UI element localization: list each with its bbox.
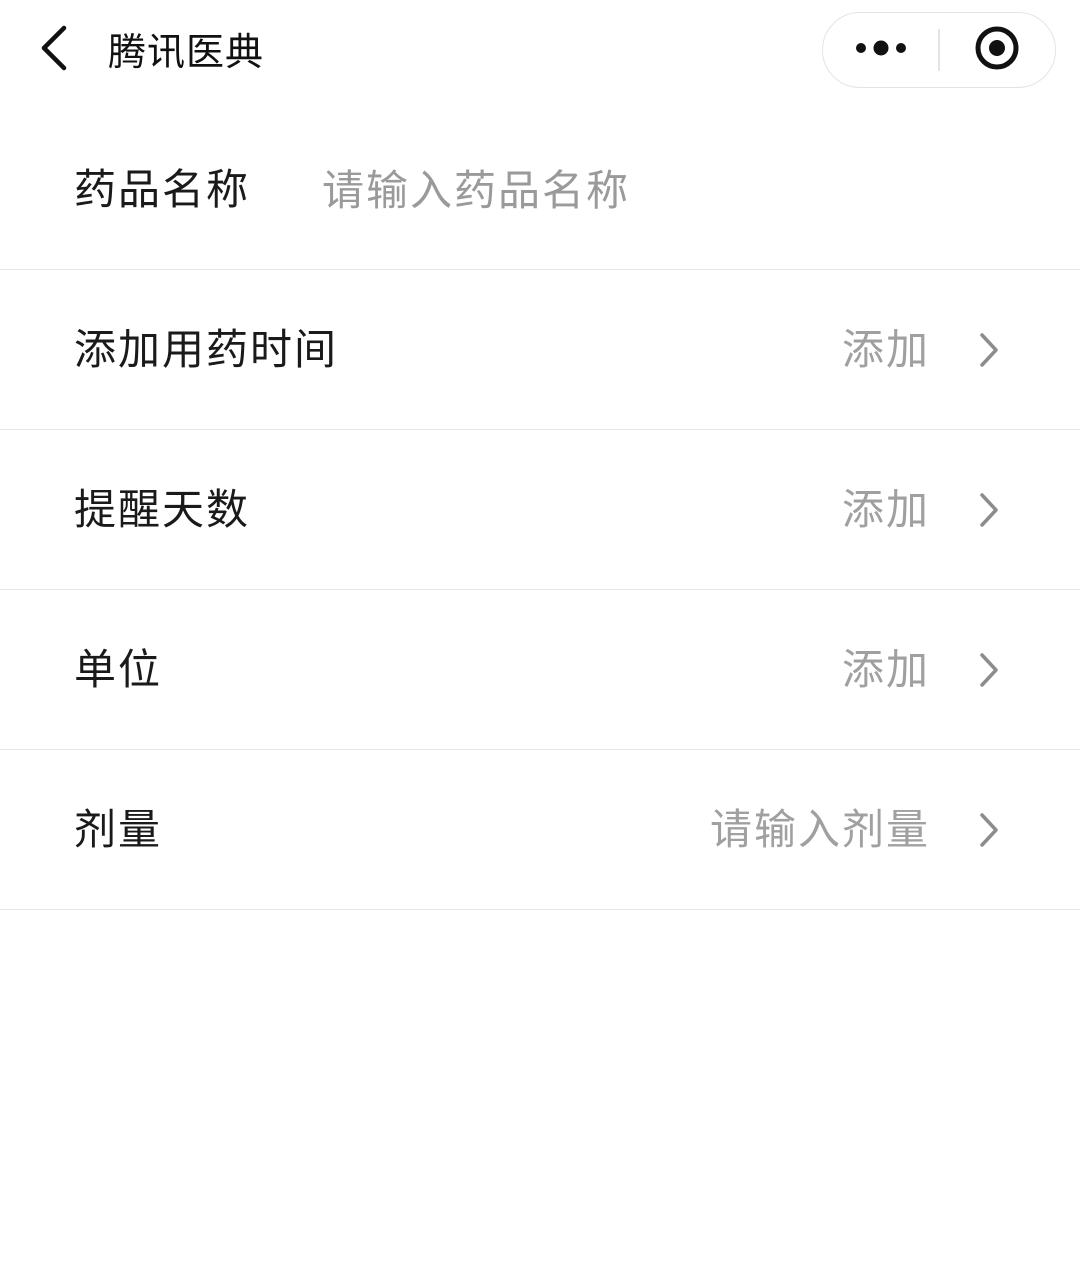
more-dots-icon <box>855 40 907 60</box>
chevron-right-icon[interactable] <box>972 646 1006 694</box>
chevron-right-icon[interactable] <box>972 326 1006 374</box>
more-button[interactable] <box>823 12 938 88</box>
unit-row[interactable]: 单位 添加 <box>0 590 1080 750</box>
drug-name-input[interactable] <box>322 158 1012 222</box>
page-title: 腾讯医典 <box>108 30 265 74</box>
chevron-left-icon <box>39 25 69 75</box>
medication-form: 药品名称 添加用药时间 添加 提醒天数 添加 单位 <box>0 110 1080 910</box>
drug-name-row: 药品名称 <box>0 110 1080 270</box>
close-miniprogram-button[interactable] <box>940 12 1055 88</box>
dosage-label: 剂量 <box>74 805 163 854</box>
navigation-bar: 腾讯医典 <box>0 0 1080 104</box>
back-button[interactable] <box>28 24 80 76</box>
page: 腾讯医典 药品名称 请输入药品名称 添加用药时间 添加 提醒天数 添加 单位 添… <box>0 0 1080 1280</box>
dosage-row[interactable]: 剂量 请输入剂量 <box>0 750 1080 910</box>
dosage-value[interactable]: 请输入剂量 <box>710 800 930 860</box>
chevron-right-icon[interactable] <box>972 806 1006 854</box>
chevron-right-icon[interactable] <box>972 486 1006 534</box>
medication-time-value[interactable]: 添加 <box>842 320 930 380</box>
reminder-days-row[interactable]: 提醒天数 添加 <box>0 430 1080 590</box>
reminder-days-label: 提醒天数 <box>74 485 251 534</box>
medication-time-label: 添加用药时间 <box>74 325 339 374</box>
reminder-days-value[interactable]: 添加 <box>842 480 930 540</box>
medication-time-row[interactable]: 添加用药时间 添加 <box>0 270 1080 430</box>
unit-label: 单位 <box>74 645 163 694</box>
target-circle-icon <box>974 25 1020 75</box>
drug-name-label: 药品名称 <box>74 165 251 214</box>
menu-capsule <box>822 12 1056 88</box>
unit-value[interactable]: 添加 <box>842 640 930 700</box>
